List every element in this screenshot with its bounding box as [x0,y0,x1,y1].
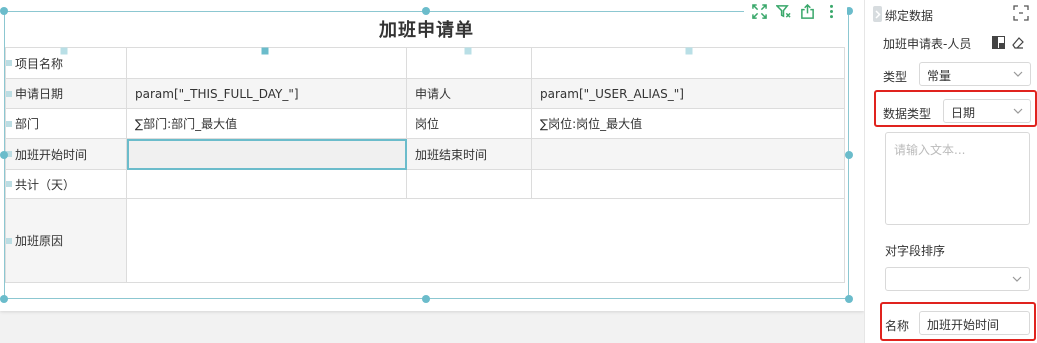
resize-handle[interactable] [0,7,8,15]
expand-icon[interactable] [751,3,769,21]
data-type-select[interactable]: 日期 [943,99,1031,123]
column-marker[interactable] [60,47,68,55]
column-marker[interactable] [261,47,269,55]
sort-select[interactable] [885,267,1030,291]
data-source-name: 加班申请表-人员 [883,37,972,51]
collapse-panel-button[interactable] [873,6,882,22]
eraser-icon[interactable] [1011,36,1024,49]
chevron-right-icon [874,9,881,19]
selection-frame [4,11,849,299]
chevron-down-icon [1013,71,1023,77]
chevron-down-icon [1013,108,1023,114]
panel-title: 绑定数据 [885,9,934,23]
panel-header: 绑定数据 [865,0,1037,28]
column-marker[interactable] [685,47,693,55]
filter-icon[interactable] [775,3,793,21]
resize-handle[interactable] [845,295,853,303]
name-input[interactable]: 加班开始时间 [919,311,1030,335]
resize-handle[interactable] [0,295,8,303]
property-panel: 绑定数据 加班申请表-人员 类型 常量 数据类型 日期 请输入文本... 对字段… [864,0,1037,343]
resize-handle[interactable] [422,295,430,303]
more-icon[interactable] [822,3,840,21]
layout-icon[interactable] [992,36,1005,49]
column-marker[interactable] [464,47,472,55]
sort-label: 对字段排序 [885,244,946,258]
component-toolbar [744,1,847,22]
resize-handle[interactable] [0,151,8,159]
fullscreen-icon[interactable] [1013,5,1029,21]
type-label: 类型 [883,70,908,84]
resize-handle[interactable] [845,151,853,159]
export-icon[interactable] [798,3,816,21]
data-source-row: 加班申请表-人员 [883,34,1033,52]
data-type-label: 数据类型 [883,107,932,121]
report-canvas: 加班申请单 项目名称 申请日期 param["_THIS_FULL_DAY_"]… [0,0,864,343]
name-label: 名称 [885,319,910,333]
chevron-down-icon [1012,276,1022,282]
resize-handle[interactable] [422,7,430,15]
type-select[interactable]: 常量 [919,62,1031,86]
text-input[interactable]: 请输入文本... [885,132,1030,225]
